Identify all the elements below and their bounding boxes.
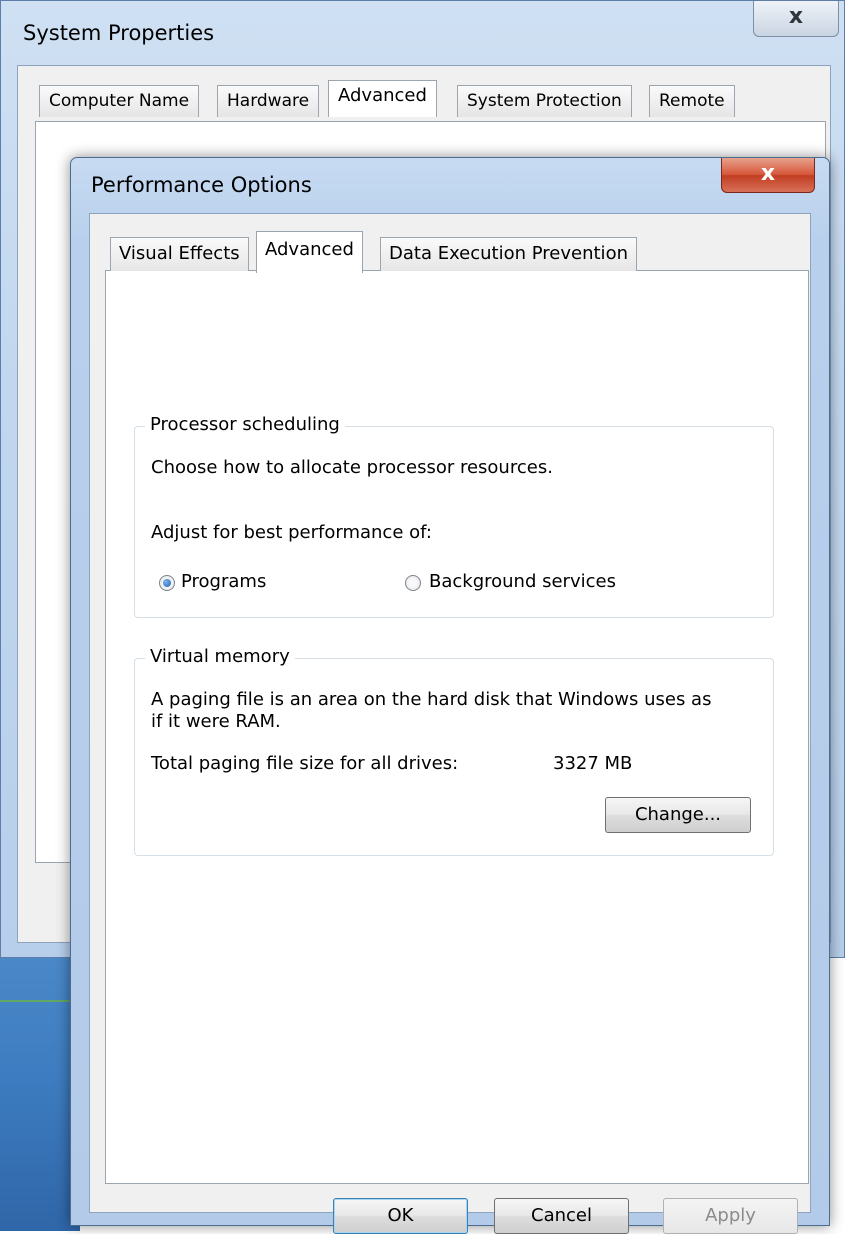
change-button[interactable]: Change... [605,797,751,833]
total-paging-size-value: 3327 MB [553,753,633,774]
performance-options-close-button[interactable]: x [721,158,815,193]
programs-radio-label[interactable]: Programs [181,571,266,592]
close-icon: x [788,4,804,29]
adjust-for-label: Adjust for best performance of: [151,522,432,543]
background-services-radio-label[interactable]: Background services [429,571,616,592]
virtual-memory-description-line2: if it were RAM. [151,711,281,732]
total-paging-size-label: Total paging file size for all drives: [151,753,459,774]
system-properties-close-button[interactable]: x [753,1,839,37]
virtual-memory-group: Virtual memory A paging file is an area … [134,646,774,856]
tab-remote[interactable]: Remote [649,85,735,117]
performance-options-tab-panel: Processor scheduling Choose how to alloc… [105,270,809,1184]
virtual-memory-legend: Virtual memory [145,646,295,667]
performance-options-dialog: Performance Options x Processor scheduli… [70,157,830,1234]
virtual-memory-description-line1: A paging file is an area on the hard dis… [151,689,712,710]
processor-scheduling-description: Choose how to allocate processor resourc… [151,457,553,478]
tab-data-execution-prevention[interactable]: Data Execution Prevention [380,237,637,271]
background-services-radio[interactable] [405,575,421,591]
tab-advanced[interactable]: Advanced [328,80,437,117]
tab-advanced[interactable]: Advanced [256,231,363,273]
tab-visual-effects[interactable]: Visual Effects [110,237,249,271]
desktop-decoration [0,1000,80,1002]
cancel-button[interactable]: Cancel [494,1198,629,1234]
processor-scheduling-group: Processor scheduling Choose how to alloc… [134,414,774,618]
desktop-background [0,955,80,1231]
tab-computer-name[interactable]: Computer Name [39,85,200,117]
close-icon: x [760,161,776,186]
tab-system-protection[interactable]: System Protection [457,85,632,117]
system-properties-title: System Properties [23,21,215,45]
ok-button[interactable]: OK [333,1198,468,1234]
tab-hardware[interactable]: Hardware [217,85,320,117]
programs-radio[interactable] [159,575,175,591]
performance-options-title: Performance Options [91,173,312,197]
apply-button[interactable]: Apply [663,1198,798,1234]
processor-scheduling-legend: Processor scheduling [145,414,345,435]
